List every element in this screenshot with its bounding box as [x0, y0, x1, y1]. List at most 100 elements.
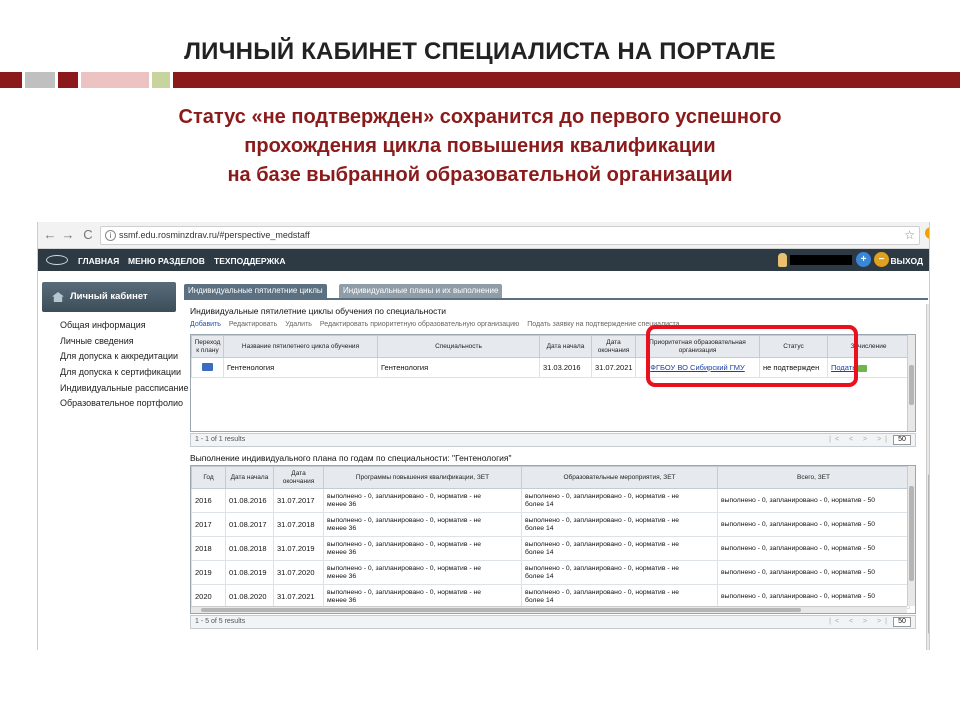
- table-row[interactable]: 2016 01.08.2016 31.07.2017 выполнено - 0…: [191, 488, 910, 513]
- edit-button[interactable]: Редактировать: [229, 321, 277, 328]
- star-bookmark-icon[interactable]: ☆: [904, 227, 915, 244]
- events-cell: выполнено - 0, запланировано - 0, нормат…: [521, 584, 718, 609]
- sidebar-item-certification[interactable]: Для допуска к сертификации: [60, 367, 189, 383]
- programs-cell: выполнено - 0, запланировано - 0, нормат…: [323, 584, 522, 609]
- table-row[interactable]: 2020 01.08.2020 31.07.2021 выполнено - 0…: [191, 584, 910, 609]
- deco-bar-5: [152, 72, 170, 88]
- menu-sections[interactable]: МЕНЮ РАЗДЕЛОВ: [128, 256, 205, 266]
- events-cell: выполнено - 0, запланировано - 0, нормат…: [521, 512, 718, 537]
- col-programs[interactable]: Программы повышения квалификации, ЗЕТ: [323, 466, 522, 489]
- col-end-date[interactable]: Дата окончания: [591, 335, 636, 358]
- events-line: более 14: [525, 596, 554, 604]
- plan-panel-title: Выполнение индивидуального плана по года…: [190, 453, 512, 463]
- events-cell: выполнено - 0, запланировано - 0, нормат…: [521, 488, 718, 513]
- deco-bar-4: [81, 72, 149, 88]
- col-total[interactable]: Всего, ЗЕТ: [717, 466, 910, 489]
- folder-icon[interactable]: [202, 362, 213, 371]
- tab-plans[interactable]: Индивидуальные планы и их выполнение: [339, 284, 503, 298]
- year-cell: 2017: [191, 512, 226, 537]
- edit-priority-org-button[interactable]: Редактировать приоритетную образовательн…: [320, 321, 519, 328]
- plan-scroll-thumb[interactable]: [909, 486, 914, 581]
- programs-cell: выполнено - 0, запланировано - 0, нормат…: [323, 512, 522, 537]
- cycles-pager-controls[interactable]: |< < > >|: [829, 434, 891, 446]
- forward-arrow-icon[interactable]: →: [60, 227, 76, 243]
- sidebar-item-accreditation[interactable]: Для допуска к аккредитации: [60, 351, 189, 367]
- events-line: выполнено - 0, запланировано - 0, нормат…: [525, 516, 680, 524]
- address-bar[interactable]: i ssmf.edu.rosminzdrav.ru/#perspective_m…: [100, 226, 920, 245]
- content-scrollbar[interactable]: [926, 304, 929, 650]
- back-arrow-icon[interactable]: ←: [42, 227, 58, 243]
- plan-start-cell: 01.08.2019: [225, 560, 274, 585]
- plan-page-size[interactable]: 50: [893, 617, 911, 627]
- programs-line: менее 36: [327, 596, 357, 604]
- events-line: более 14: [525, 572, 554, 580]
- tab-five-year-cycles[interactable]: Индивидуальные пятилетние циклы: [184, 284, 327, 298]
- col-goto-plan[interactable]: Переход к плану: [191, 335, 224, 358]
- total-cell: выполнено - 0, запланировано - 0, нормат…: [717, 584, 910, 609]
- plan-start-cell: 01.08.2018: [225, 536, 274, 561]
- cycles-panel-title: Индивидуальные пятилетние циклы обучения…: [190, 306, 446, 316]
- sidebar-item-portfolio[interactable]: Образовательное портфолио: [60, 398, 189, 414]
- cycles-toolbar: Добавить Редактировать Удалить Редактиро…: [190, 321, 686, 328]
- plan-start-cell: 01.08.2020: [225, 584, 274, 609]
- plan-start-cell: 01.08.2017: [225, 512, 274, 537]
- extension-icon[interactable]: [925, 227, 929, 239]
- col-events[interactable]: Образовательные мероприятия, ЗЕТ: [521, 466, 718, 489]
- plan-end-cell: 31.07.2017: [273, 488, 324, 513]
- cycles-scroll-thumb[interactable]: [909, 365, 914, 405]
- col-start-date[interactable]: Дата начала: [539, 335, 592, 358]
- programs-line: менее 36: [327, 500, 357, 508]
- deco-bar-2: [25, 72, 55, 88]
- start-date-cell: 31.03.2016: [539, 357, 592, 378]
- exit-button[interactable]: ВЫХОД: [891, 256, 923, 266]
- sidebar-header[interactable]: Личный кабинет: [42, 282, 176, 312]
- col-plan-end[interactable]: Дата окончания: [273, 466, 324, 489]
- table-row[interactable]: 2017 01.08.2017 31.07.2018 выполнено - 0…: [191, 512, 910, 537]
- menu-support[interactable]: ТЕХПОДДЕРЖКА: [214, 256, 286, 266]
- col-cycle-name[interactable]: Название пятилетнего цикла обучения: [223, 335, 378, 358]
- col-year[interactable]: Год: [191, 466, 226, 489]
- events-line: более 14: [525, 548, 554, 556]
- menu-home[interactable]: ГЛАВНАЯ: [78, 256, 119, 266]
- sidebar-item-general[interactable]: Общая информация: [60, 320, 189, 336]
- plan-pager-controls[interactable]: |< < > >|: [829, 616, 891, 628]
- zoom-in-icon[interactable]: +: [856, 252, 871, 267]
- info-icon[interactable]: i: [105, 230, 116, 241]
- url-text: ssmf.edu.rosminzdrav.ru/#perspective_med…: [119, 230, 310, 240]
- col-specialty[interactable]: Специальность: [377, 335, 540, 358]
- zoom-out-icon[interactable]: −: [874, 252, 889, 267]
- app-header: ГЛАВНАЯ МЕНЮ РАЗДЕЛОВ ТЕХПОДДЕРЖКА + − В…: [38, 249, 929, 271]
- add-enroll-icon[interactable]: [858, 364, 868, 372]
- specialty-cell: Гентенология: [377, 357, 540, 378]
- programs-cell: выполнено - 0, запланировано - 0, нормат…: [323, 560, 522, 585]
- year-cell: 2018: [191, 536, 226, 561]
- goto-plan-cell: [191, 357, 224, 378]
- year-cell: 2020: [191, 584, 226, 609]
- plan-hscrollbar[interactable]: [191, 606, 907, 613]
- table-row[interactable]: 2018 01.08.2018 31.07.2019 выполнено - 0…: [191, 536, 910, 561]
- programs-line: выполнено - 0, запланировано - 0, нормат…: [327, 540, 482, 548]
- browser-toolbar: ← → C i ssmf.edu.rosminzdrav.ru/#perspec…: [38, 222, 929, 249]
- delete-button[interactable]: Удалить: [285, 321, 312, 328]
- table-row[interactable]: 2019 01.08.2019 31.07.2020 выполнено - 0…: [191, 560, 910, 585]
- cycles-page-size[interactable]: 50: [893, 435, 911, 445]
- year-cell: 2019: [191, 560, 226, 585]
- plan-hscroll-thumb[interactable]: [201, 608, 801, 612]
- tab-strip: [184, 298, 928, 300]
- sidebar-header-label: Личный кабинет: [70, 291, 148, 302]
- total-cell: выполнено - 0, запланировано - 0, нормат…: [717, 536, 910, 561]
- total-cell: выполнено - 0, запланировано - 0, нормат…: [717, 488, 910, 513]
- sidebar-item-schedule[interactable]: Индивидуальные рассписание: [60, 383, 189, 399]
- portal-logo-icon[interactable]: [46, 255, 68, 265]
- content-scroll-thumb[interactable]: [928, 474, 929, 634]
- sidebar-item-personal[interactable]: Личные сведения: [60, 336, 189, 352]
- cycles-scrollbar[interactable]: [907, 335, 915, 431]
- add-button[interactable]: Добавить: [190, 321, 221, 328]
- plan-pager: 1 - 5 of 5 results |< < > >| 50: [190, 615, 916, 629]
- plan-scrollbar[interactable]: [907, 466, 915, 606]
- events-line: выполнено - 0, запланировано - 0, нормат…: [525, 492, 680, 500]
- subtitle-line-2: прохождения цикла повышения квалификации: [244, 135, 716, 157]
- reload-icon[interactable]: C: [80, 227, 96, 243]
- end-date-cell: 31.07.2021: [591, 357, 636, 378]
- col-plan-start[interactable]: Дата начала: [225, 466, 274, 489]
